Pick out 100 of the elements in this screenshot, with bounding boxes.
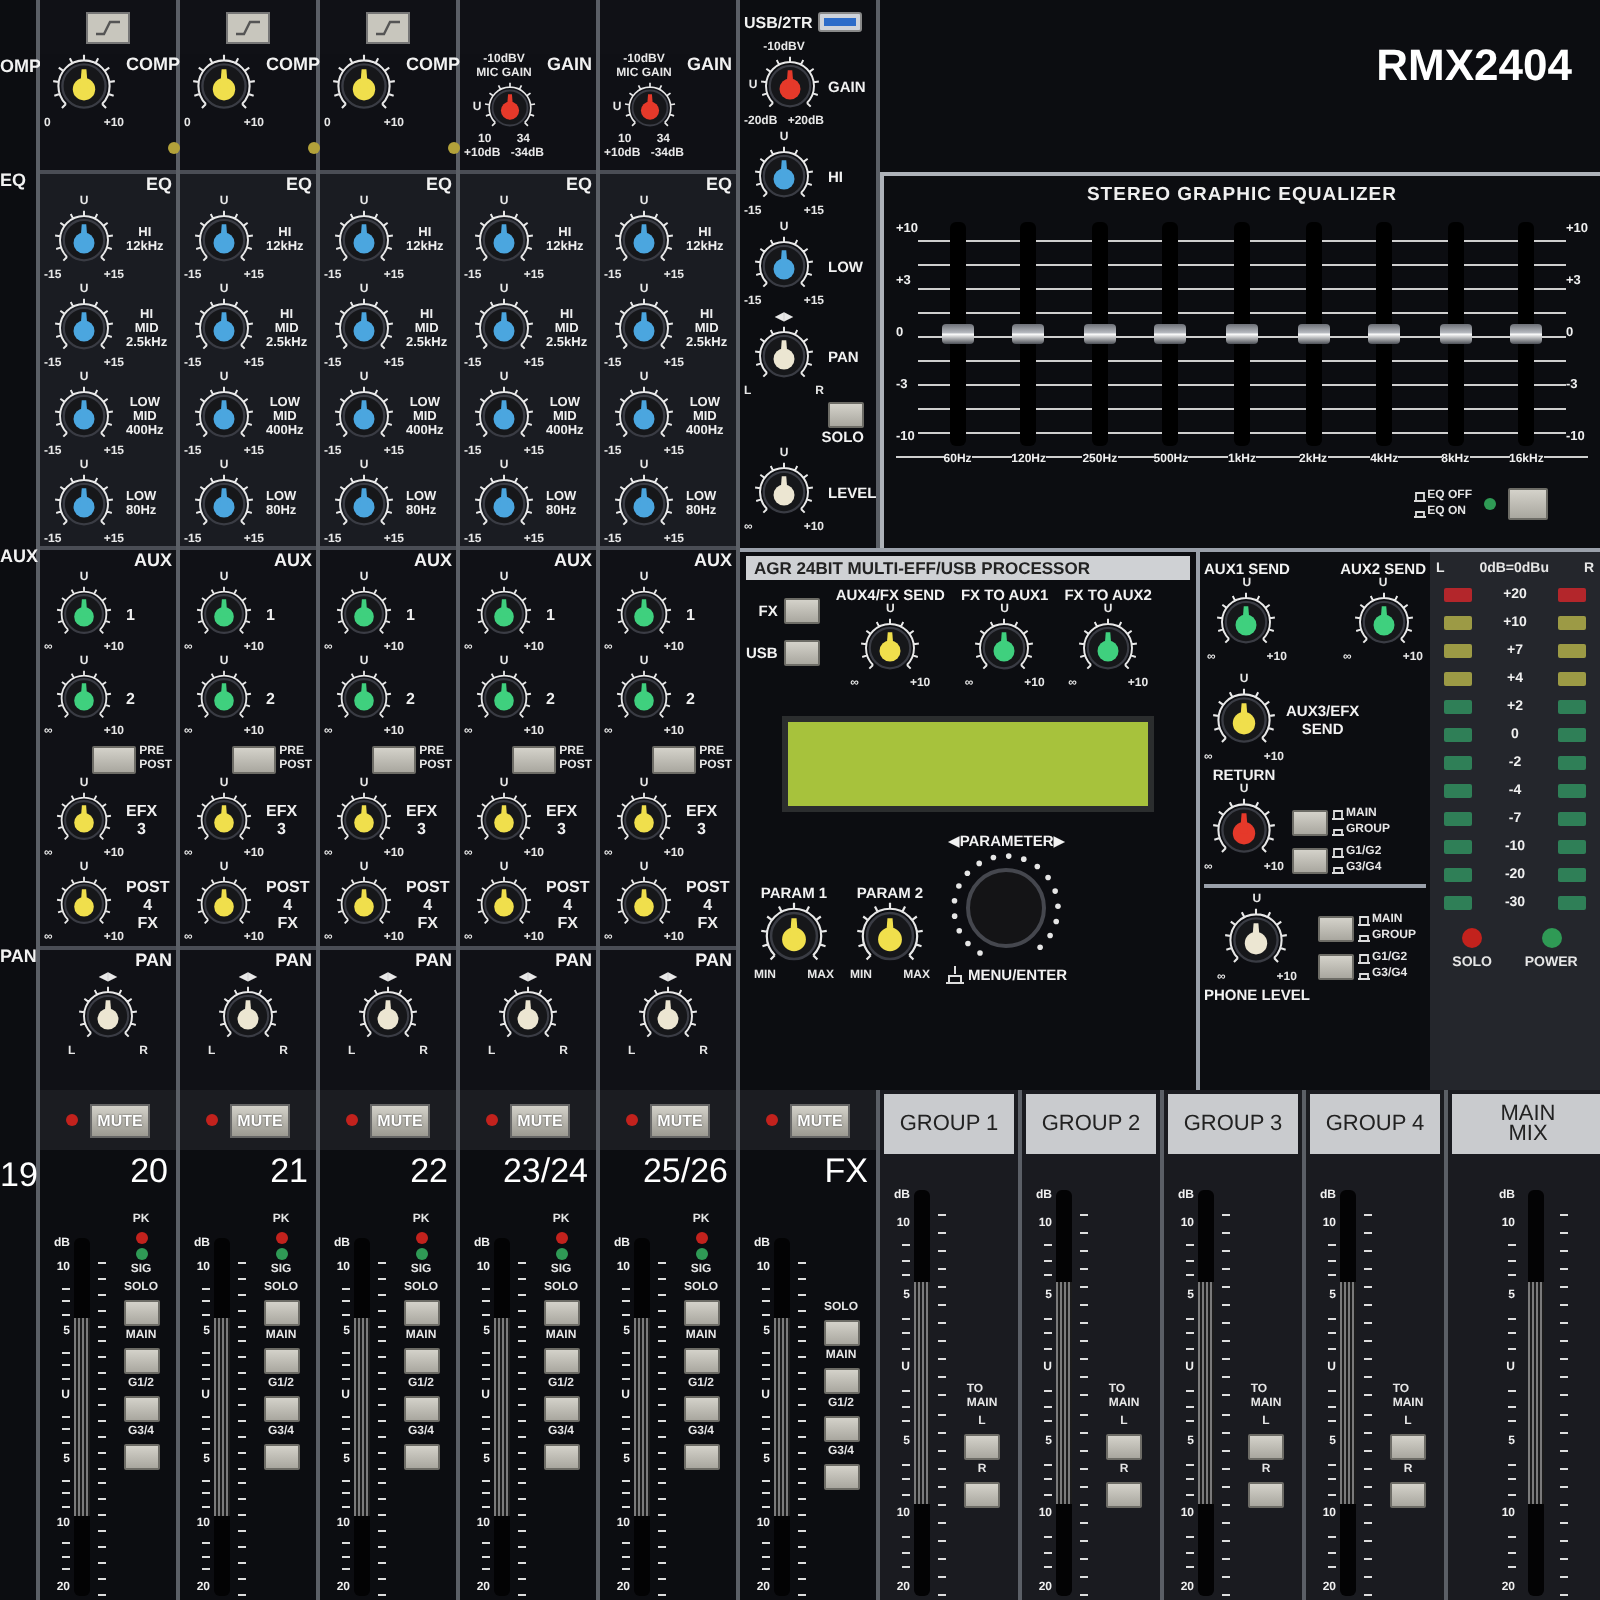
mute-button[interactable]: MUTE xyxy=(789,1103,851,1137)
push-button[interactable] xyxy=(123,1396,159,1422)
push-button[interactable] xyxy=(263,1444,299,1470)
mute-button[interactable]: MUTE xyxy=(89,1103,151,1137)
mute-button[interactable]: MUTE xyxy=(369,1103,431,1137)
slider-thumb[interactable] xyxy=(1510,324,1543,344)
section-label: EQ xyxy=(565,174,592,196)
push-button[interactable] xyxy=(263,1300,299,1326)
push-button[interactable] xyxy=(371,745,416,773)
push-button[interactable] xyxy=(123,1300,159,1326)
push-button[interactable] xyxy=(823,1416,859,1442)
push-button[interactable] xyxy=(683,1300,719,1326)
push-button[interactable] xyxy=(683,1348,719,1374)
mute-button[interactable]: MUTE xyxy=(509,1103,571,1137)
section-label: AUX xyxy=(0,546,39,570)
send-label: EFX 3 xyxy=(546,802,578,838)
push-button[interactable] xyxy=(231,745,276,773)
section-label: GAIN xyxy=(547,54,592,76)
send-label: 1 xyxy=(546,605,555,623)
pressed-state-icon xyxy=(1332,863,1344,874)
slider-thumb[interactable] xyxy=(1297,324,1330,344)
slider-thumb[interactable] xyxy=(941,324,974,344)
push-button[interactable] xyxy=(1317,916,1354,943)
mute-button[interactable]: MUTE xyxy=(229,1103,291,1137)
push-button[interactable] xyxy=(683,1396,719,1422)
push-button[interactable] xyxy=(783,639,820,666)
indicator-light xyxy=(485,1114,498,1126)
fader-slot[interactable] xyxy=(914,1190,930,1596)
group-title: GROUP 1 xyxy=(884,1094,1014,1154)
push-button[interactable] xyxy=(263,1348,299,1374)
fader-slot[interactable] xyxy=(214,1238,230,1596)
push-button[interactable] xyxy=(543,1396,579,1422)
section-label: PAN xyxy=(555,950,592,972)
channel-number: FX xyxy=(824,1150,868,1194)
indicator-light xyxy=(415,1232,427,1244)
section-label: COMP xyxy=(406,54,460,76)
mute-button[interactable]: MUTE xyxy=(649,1103,711,1137)
fader-slot[interactable] xyxy=(354,1238,370,1596)
indicator-light xyxy=(345,1114,358,1126)
channel-number: 19 xyxy=(0,1154,38,1198)
indicator-light xyxy=(448,142,460,154)
push-button[interactable] xyxy=(823,1464,859,1490)
push-button[interactable] xyxy=(823,1368,859,1394)
send-label: 1 xyxy=(686,605,695,623)
section-label: PAN xyxy=(0,946,37,970)
push-button[interactable] xyxy=(1292,809,1328,836)
fader-slot[interactable] xyxy=(494,1238,510,1596)
insert-switch[interactable] xyxy=(86,11,130,43)
insert-switch[interactable] xyxy=(226,11,270,43)
push-button[interactable] xyxy=(403,1300,439,1326)
slider-thumb[interactable] xyxy=(1012,324,1045,344)
slider-thumb[interactable] xyxy=(1225,324,1258,344)
released-state-icon xyxy=(1332,847,1344,858)
section-label: AUX xyxy=(273,550,312,572)
push-button[interactable] xyxy=(543,1300,579,1326)
push-button[interactable] xyxy=(783,597,820,624)
send-label: POST 4 FX xyxy=(266,877,310,931)
section-label: USB/2TR xyxy=(744,11,813,33)
push-button[interactable] xyxy=(91,745,136,773)
fader-slot[interactable] xyxy=(74,1238,90,1596)
push-button[interactable] xyxy=(1317,954,1354,981)
channel-number: 21 xyxy=(270,1150,308,1194)
slider-thumb[interactable] xyxy=(1154,324,1187,344)
push-button[interactable] xyxy=(651,745,696,773)
indicator-light xyxy=(765,1114,778,1126)
section-label: AUX xyxy=(413,550,452,572)
section-label: OMP xyxy=(0,56,42,78)
push-button[interactable] xyxy=(511,745,556,773)
push-button[interactable] xyxy=(123,1348,159,1374)
fader-slot[interactable] xyxy=(1056,1190,1072,1596)
fader-slot[interactable] xyxy=(1198,1190,1214,1596)
fader-slot[interactable] xyxy=(774,1238,790,1596)
push-button[interactable] xyxy=(123,1444,159,1470)
push-button[interactable] xyxy=(823,1320,859,1346)
send-label: 2 xyxy=(266,689,275,707)
fader-slot[interactable] xyxy=(1527,1190,1543,1596)
send-label: POST 4 FX xyxy=(546,877,590,931)
fader-slot[interactable] xyxy=(1340,1190,1356,1596)
indicator-light xyxy=(135,1248,147,1260)
push-button[interactable] xyxy=(403,1348,439,1374)
send-label: EFX 3 xyxy=(406,802,438,838)
send-label: 2 xyxy=(686,689,695,707)
insert-switch[interactable] xyxy=(366,11,410,43)
slider-thumb[interactable] xyxy=(1368,324,1401,344)
fader-slot[interactable] xyxy=(634,1238,650,1596)
pressed-state-icon xyxy=(946,965,964,984)
push-button[interactable] xyxy=(543,1444,579,1470)
push-button[interactable] xyxy=(263,1396,299,1422)
push-button[interactable] xyxy=(1292,847,1328,874)
indicator-light xyxy=(555,1248,567,1260)
push-button[interactable] xyxy=(403,1396,439,1422)
push-button[interactable] xyxy=(403,1444,439,1470)
indicator-light xyxy=(1484,498,1496,510)
slider-thumb[interactable] xyxy=(1083,324,1116,344)
slider-thumb[interactable] xyxy=(1439,324,1472,344)
channel-number: 22 xyxy=(410,1150,448,1194)
send-label: 2 xyxy=(126,689,135,707)
push-button[interactable] xyxy=(683,1444,719,1470)
push-button[interactable] xyxy=(543,1348,579,1374)
indicator-light xyxy=(168,142,180,154)
